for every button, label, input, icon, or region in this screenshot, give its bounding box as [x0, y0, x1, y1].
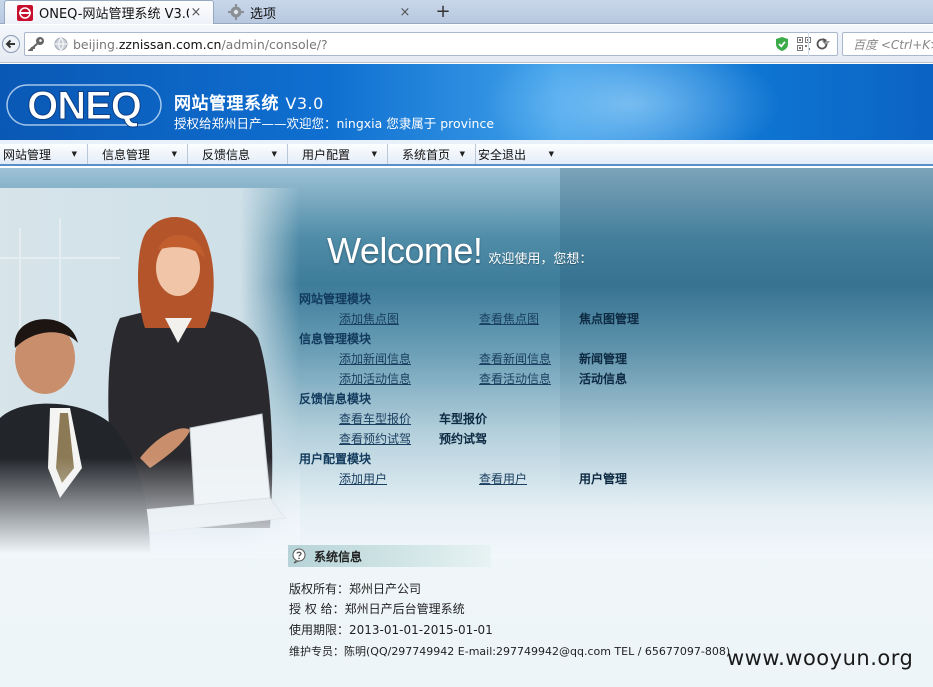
system-info-header: 系统信息: [288, 545, 491, 567]
gear-icon: [228, 4, 244, 20]
welcome-heading: Welcome! 欢迎使用，您想：: [327, 230, 592, 272]
wooyun-watermark: www.wooyun.org: [727, 646, 914, 670]
label-test-drive: 预约试驾: [439, 432, 488, 446]
nissan-favicon-icon: [17, 4, 33, 21]
link-add-activity[interactable]: 添加活动信息: [339, 370, 411, 387]
menu-logout[interactable]: 安全退出 ▼: [476, 144, 564, 164]
menu-website-manage[interactable]: 网站管理 ▼: [0, 144, 88, 164]
link-view-test-drive[interactable]: 查看预约试驾: [339, 430, 411, 447]
url-domain: zznissan.com.cn: [118, 36, 222, 52]
url-prefix: beijing.: [73, 36, 119, 52]
oneq-logo: ONEQ: [6, 84, 162, 128]
back-button[interactable]: [0, 32, 22, 56]
browser-navbar: beijing.zznissan.com.cn/admin/console/? …: [0, 25, 933, 63]
label-car-quote: 车型报价: [439, 412, 488, 426]
system-info-title: 系统信息: [314, 549, 363, 564]
menu-user-config[interactable]: 用户配置 ▼: [288, 144, 388, 164]
shield-icon[interactable]: [771, 33, 793, 55]
info-licensed-to: 授 权 给：郑州日产后台管理系统: [289, 602, 465, 616]
reload-icon: [816, 38, 827, 50]
globe-icon: [49, 33, 73, 55]
module-title-feedback: 反馈信息模块: [299, 392, 372, 406]
tab-options[interactable]: 选项 ×: [216, 0, 422, 24]
address-bar[interactable]: beijing.zznissan.com.cn/admin/console/?: [24, 32, 838, 56]
menu-label: 信息管理: [102, 147, 151, 162]
url-path: /admin/console/?: [221, 36, 328, 52]
browser-tab-bar: ONEQ-网站管理系统 V3.0 × 选项 × +: [0, 0, 933, 24]
link-add-news[interactable]: 添加新闻信息: [339, 350, 411, 367]
chevron-down-icon: ▼: [548, 150, 554, 158]
system-subtitle: 授权给郑州日产——欢迎您：ningxia 您隶属于 province: [174, 116, 495, 131]
menu-system-home[interactable]: 系统首页 ▼: [388, 144, 476, 164]
tab-close-icon[interactable]: ×: [189, 5, 203, 20]
info-maintainer: 维护专员：陈明(QQ/297749942 E-mail:297749942@qq…: [289, 645, 731, 658]
chevron-down-icon: ▼: [271, 150, 277, 158]
main-menu: 网站管理 ▼ 信息管理 ▼ 反馈信息 ▼ 用户配置 ▼ 系统首页 ▼ 安全退出 ▼: [0, 144, 933, 166]
link-add-user[interactable]: 添加用户: [339, 470, 387, 487]
system-version: V3.0: [285, 94, 324, 113]
module-title-user-config: 用户配置模块: [299, 452, 372, 466]
new-tab-button[interactable]: +: [432, 1, 454, 23]
url-text[interactable]: beijing.zznissan.com.cn/admin/console/?: [73, 37, 771, 52]
welcome-small-text: 欢迎使用，您想：: [488, 252, 593, 267]
link-view-user[interactable]: 查看用户: [479, 470, 527, 487]
welcome-banner: Welcome! 欢迎使用，您想： 网站管理模块 添加焦点图 查看焦点图 焦点图…: [0, 168, 933, 558]
link-view-car-quote[interactable]: 查看车型报价: [339, 410, 411, 427]
system-title-text: 网站管理系统: [174, 94, 279, 114]
module-title-info: 信息管理模块: [299, 332, 372, 346]
menu-label: 反馈信息: [202, 147, 251, 162]
label-user-manage: 用户管理: [579, 472, 628, 486]
tab-admin-console[interactable]: ONEQ-网站管理系统 V3.0 ×: [4, 0, 214, 24]
link-view-activity[interactable]: 查看活动信息: [479, 370, 551, 387]
label-focus-image-manage: 焦点图管理: [579, 312, 640, 326]
label-news-manage: 新闻管理: [579, 352, 628, 366]
site-header: ONEQ 网站管理系统 V3.0 授权给郑州日产——欢迎您：ningxia 您隶…: [0, 64, 933, 140]
welcome-big-text: Welcome!: [327, 230, 483, 271]
chevron-down-icon: ▼: [171, 150, 177, 158]
module-title-website: 网站管理模块: [299, 292, 372, 306]
logo-text: ONEQ: [27, 84, 141, 128]
tab-close-icon[interactable]: ×: [398, 5, 412, 20]
chevron-down-icon: ▼: [371, 150, 377, 158]
menu-label: 用户配置: [302, 147, 351, 162]
link-add-focus-image[interactable]: 添加焦点图: [339, 310, 399, 327]
info-bubble-icon: [288, 545, 310, 567]
menu-feedback[interactable]: 反馈信息 ▼: [188, 144, 288, 164]
tab-title: 选项: [250, 6, 277, 22]
menu-label: 系统首页: [402, 147, 451, 162]
search-placeholder: 百度 <Ctrl+K>: [853, 37, 933, 52]
back-arrow-icon: [2, 35, 20, 53]
search-box[interactable]: 百度 <Ctrl+K>: [842, 32, 933, 56]
chevron-down-icon: ▼: [71, 150, 77, 158]
tab-title: ONEQ-网站管理系统 V3.0: [39, 7, 189, 22]
main-content: Welcome! 欢迎使用，您想： 网站管理模块 添加焦点图 查看焦点图 焦点图…: [0, 168, 933, 687]
info-valid-period: 使用期限：2013-01-01-2015-01-01: [289, 623, 493, 637]
menu-label: 安全退出: [478, 147, 527, 162]
link-view-news[interactable]: 查看新闻信息: [479, 350, 551, 367]
key-icon[interactable]: [25, 33, 49, 55]
info-copyright: 版权所有：郑州日产公司: [289, 582, 422, 596]
system-title: 网站管理系统 V3.0: [174, 89, 324, 114]
link-view-focus-image[interactable]: 查看焦点图: [479, 310, 539, 327]
business-people-photo: [0, 168, 300, 554]
chevron-down-icon: ▼: [459, 150, 465, 158]
menu-label: 网站管理: [3, 147, 52, 162]
reload-button[interactable]: [808, 32, 834, 56]
menu-info-manage[interactable]: 信息管理 ▼: [88, 144, 188, 164]
label-activity-info: 活动信息: [579, 372, 628, 386]
